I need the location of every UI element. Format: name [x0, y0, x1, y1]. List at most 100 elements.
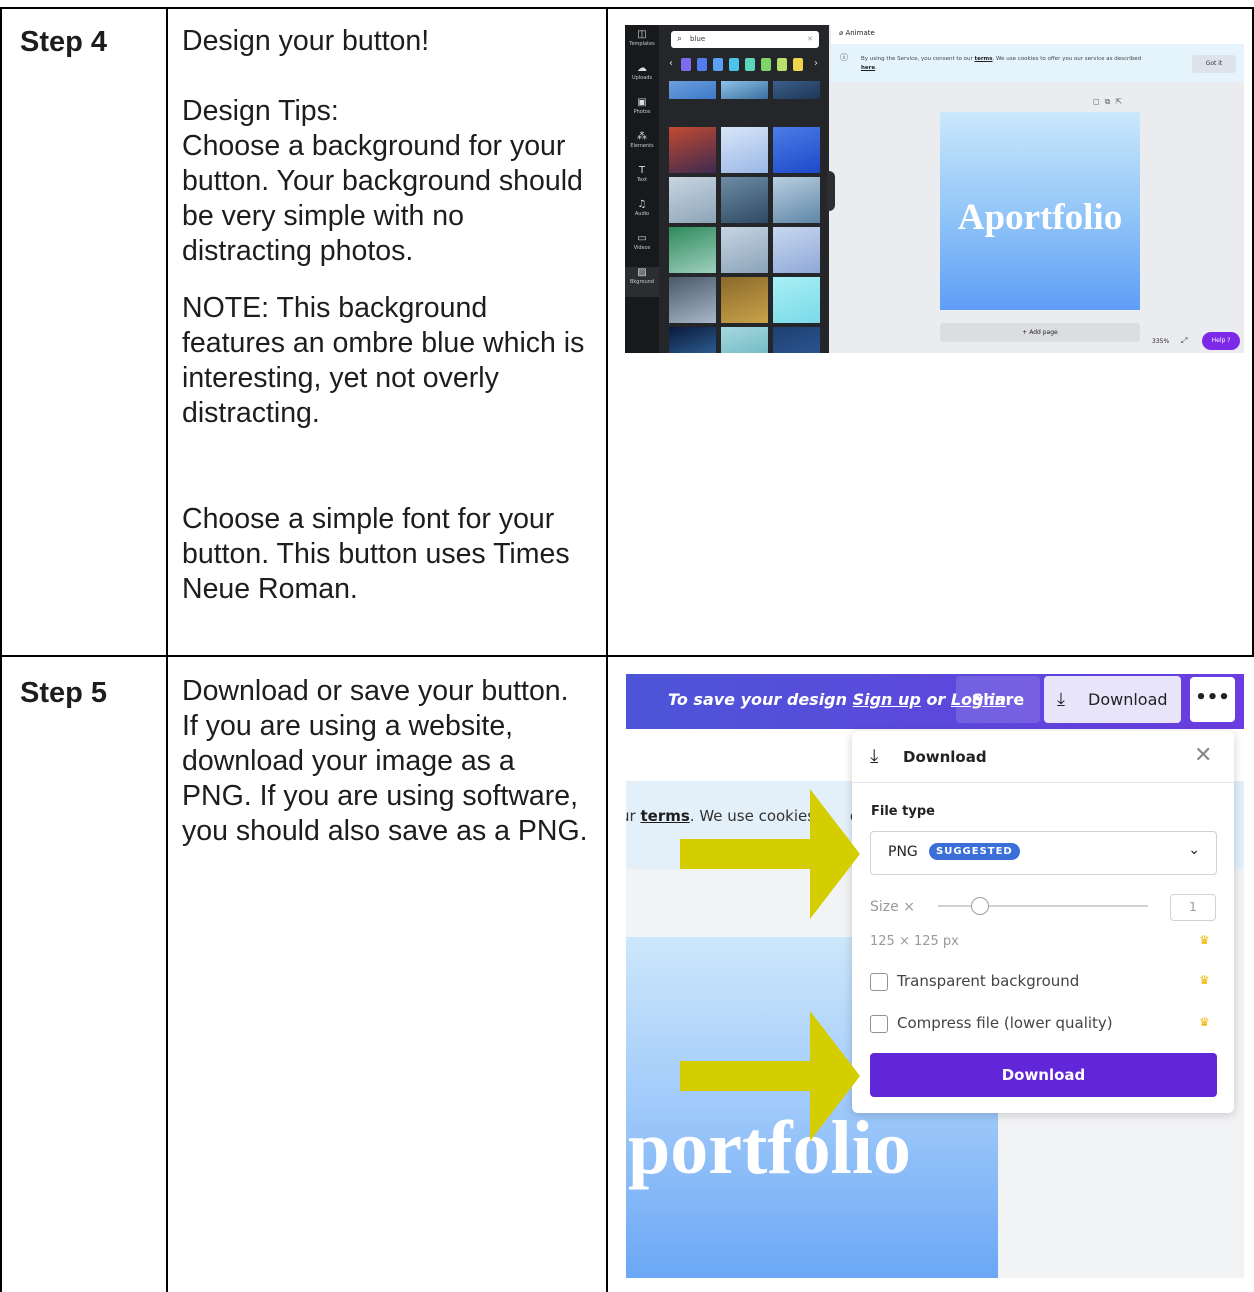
sign-up-link[interactable]: Sign up — [853, 690, 921, 709]
rail-item-label: Audio — [634, 211, 650, 217]
rail-item-label: Text — [636, 177, 648, 183]
background-thumbnail[interactable] — [773, 177, 820, 223]
close-icon[interactable]: ✕ — [1194, 743, 1212, 768]
color-swatch[interactable] — [729, 58, 739, 71]
cookie-banner: ⓘ By using the Service, you consent to o… — [831, 44, 1244, 82]
more-options-button[interactable]: ••• — [1190, 677, 1235, 722]
table-border-col1 — [166, 7, 168, 1292]
info-icon: ⓘ — [840, 53, 848, 62]
color-swatch[interactable] — [713, 58, 723, 71]
add-page-button[interactable]: + Add page — [940, 323, 1140, 342]
file-type-select[interactable]: PNG SUGGESTED ⌄ — [870, 831, 1217, 875]
background-thumbnail[interactable] — [721, 227, 768, 273]
file-type-value: PNG — [888, 844, 918, 860]
zoom-level[interactable]: 335% — [1152, 338, 1169, 345]
color-swatch[interactable] — [777, 58, 787, 71]
cookie-text-part2: . We use cookies to offer you our servic… — [992, 56, 1142, 62]
rail-item-bkground[interactable]: ▨ Bkground — [625, 267, 659, 297]
download-menu-label: Download — [1088, 690, 1168, 709]
cookie-here-link[interactable]: here — [861, 65, 875, 71]
swatch-prev-icon[interactable]: ‹ — [669, 58, 673, 69]
step-4-para-4: Choose a simple font for your button. Th… — [182, 503, 570, 605]
download-panel-title: Download — [903, 748, 987, 766]
download-screenshot: To save your design Sign up or Log in Sh… — [626, 674, 1244, 1278]
color-swatch[interactable] — [745, 58, 755, 71]
step-4-instructions: Design your button! Design Tips: Choose … — [182, 24, 592, 607]
design-canvas[interactable]: Aportfolio — [940, 112, 1140, 310]
animate-label: Animate — [845, 29, 875, 37]
swatch-next-icon[interactable]: › — [814, 58, 818, 69]
table-border-col2 — [606, 7, 608, 1292]
templates-icon: ◫ — [637, 29, 647, 40]
background-thumbnail[interactable] — [669, 81, 716, 99]
share-button[interactable]: Share — [956, 676, 1040, 723]
rail-item-audio[interactable]: ♫ Audio — [625, 199, 659, 229]
editor-top-bar: ⌀ Animate — [831, 25, 1244, 44]
background-thumbnail[interactable] — [721, 81, 768, 99]
background-search-input[interactable]: ⌕ blue ✕ — [671, 31, 819, 48]
rail-item-label: Elements — [630, 143, 654, 149]
duplicate-icon[interactable]: ⧉ — [1105, 97, 1116, 106]
canvas-title-text[interactable]: Aportfolio — [940, 196, 1140, 239]
got-it-button[interactable]: Got it — [1192, 55, 1236, 73]
video-icon: ▭ — [637, 233, 647, 244]
background-thumbnail[interactable] — [721, 127, 768, 173]
collapse-panel-handle[interactable] — [827, 171, 835, 211]
background-icon: ▨ — [637, 267, 647, 278]
rail-item-photos[interactable]: ▣ Photos — [625, 97, 659, 127]
crown-icon: ♛ — [1199, 933, 1210, 947]
background-thumbnail[interactable] — [669, 327, 716, 353]
color-swatch[interactable] — [681, 58, 691, 71]
size-input[interactable]: 1 — [1170, 894, 1216, 921]
background-thumbnail[interactable] — [669, 227, 716, 273]
animate-button[interactable]: ⌀ Animate — [839, 29, 875, 37]
background-thumbnail[interactable] — [721, 327, 768, 353]
rail-item-label: Templates — [629, 41, 655, 47]
background-thumbnail[interactable] — [669, 177, 716, 223]
background-thumbnail[interactable] — [669, 277, 716, 323]
notes-icon[interactable]: ◻ — [1093, 97, 1105, 106]
file-type-label: File type — [871, 804, 935, 819]
cookie-text-part: By using the Service, you consent to our — [861, 56, 973, 62]
crown-icon: ♛ — [1199, 1015, 1210, 1029]
background-thumbnail[interactable] — [773, 277, 820, 323]
background-thumbnail[interactable] — [773, 127, 820, 173]
size-slider-track[interactable] — [938, 905, 1148, 907]
crown-icon: ♛ — [1199, 973, 1210, 987]
size-slider-handle[interactable] — [971, 897, 989, 915]
editor-screenshot: ◫ Templates ☁ Uploads ▣ Photos ⁂ Elements T Text ♫… — [625, 25, 1244, 353]
color-swatch[interactable] — [793, 58, 803, 71]
fullscreen-icon[interactable]: ⤢ — [1181, 336, 1187, 346]
rail-item-videos[interactable]: ▭ Videos — [625, 233, 659, 263]
help-button[interactable]: Help ? — [1202, 332, 1240, 350]
download-panel: ⤓ Download ✕ File type PNG SUGGESTED ⌄ S… — [852, 731, 1234, 1113]
background-thumbnail[interactable] — [773, 81, 820, 99]
rail-item-label: Uploads — [631, 75, 653, 81]
add-page-icon[interactable]: ⇱ — [1115, 97, 1127, 106]
rail-item-uploads[interactable]: ☁ Uploads — [625, 63, 659, 93]
color-swatch[interactable] — [761, 58, 771, 71]
clear-search-icon[interactable]: ✕ — [807, 31, 813, 48]
dimensions-text: 125 × 125 px — [870, 934, 959, 949]
background-thumbnail[interactable] — [669, 127, 716, 173]
background-thumbnail[interactable] — [773, 227, 820, 273]
table-border-row-divider — [0, 655, 1254, 657]
compress-file-label: Compress file (lower quality) — [897, 1014, 1113, 1032]
rail-item-label: Bkground — [629, 279, 655, 285]
download-menu-button[interactable]: ⤓ Download — [1044, 676, 1181, 723]
cookie-terms-link[interactable]: terms — [974, 56, 992, 62]
background-thumbnail[interactable] — [721, 177, 768, 223]
background-thumbnail[interactable] — [773, 327, 820, 353]
background-thumbnail[interactable] — [721, 277, 768, 323]
rail-item-templates[interactable]: ◫ Templates — [625, 29, 659, 59]
transparent-background-label: Transparent background — [897, 972, 1080, 990]
transparent-background-checkbox[interactable] — [870, 973, 888, 991]
compress-file-checkbox[interactable] — [870, 1015, 888, 1033]
rail-item-text[interactable]: T Text — [625, 165, 659, 195]
music-note-icon: ♫ — [637, 199, 647, 210]
step-4-para-1: Design your button! — [182, 25, 430, 57]
color-swatch[interactable] — [697, 58, 707, 71]
rail-item-elements[interactable]: ⁂ Elements — [625, 131, 659, 161]
size-label: Size × — [870, 899, 915, 915]
download-button[interactable]: Download — [870, 1053, 1217, 1097]
